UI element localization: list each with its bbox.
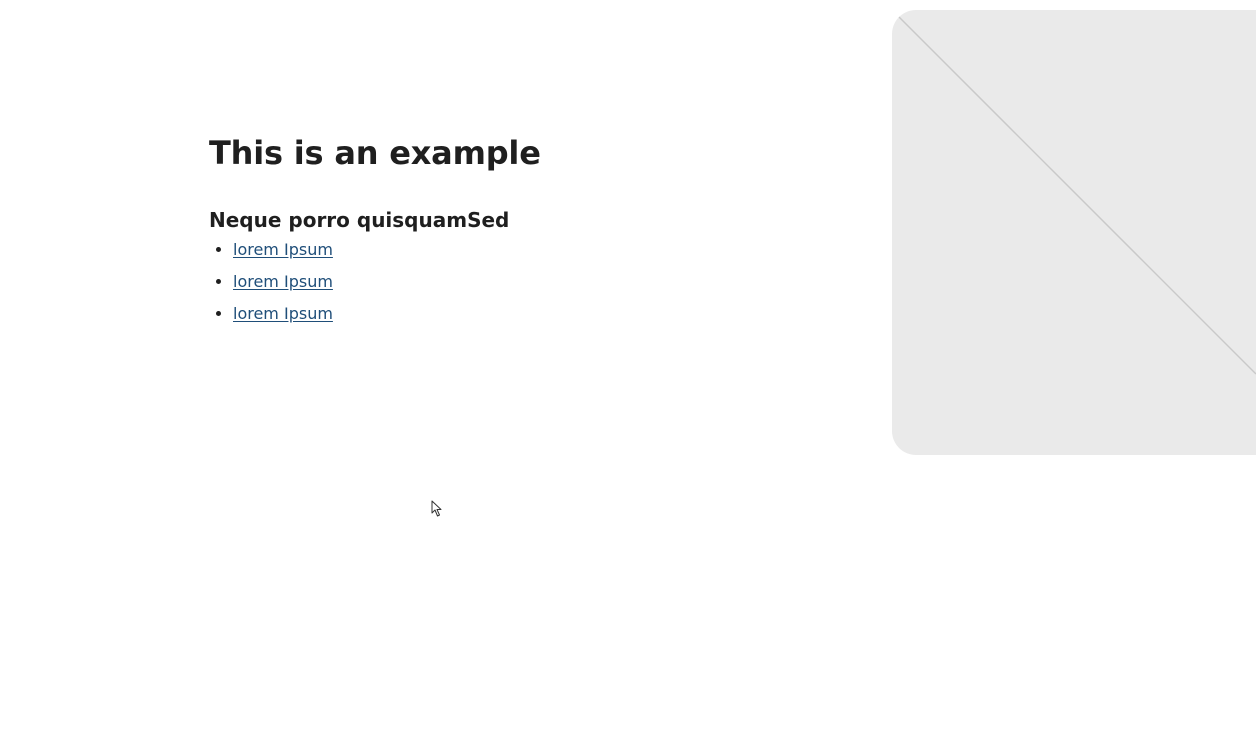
list-item: lorem Ipsum [233,298,849,330]
lorem-ipsum-link-2[interactable]: lorem Ipsum [233,272,333,291]
mouse-cursor-icon [431,500,442,517]
link-list: lorem Ipsum lorem Ipsum lorem Ipsum [209,234,849,330]
main-content: This is an example Neque porro quisquamS… [209,132,849,330]
list-item: lorem Ipsum [233,266,849,298]
image-placeholder-icon [897,15,1256,375]
lorem-ipsum-link-1[interactable]: lorem Ipsum [233,240,333,259]
section-heading: Neque porro quisquamSed [209,208,510,232]
list-item: lorem Ipsum [233,234,849,266]
lorem-ipsum-link-3[interactable]: lorem Ipsum [233,304,333,323]
hero-image-placeholder [892,10,1256,455]
page-title: This is an example [209,134,541,172]
